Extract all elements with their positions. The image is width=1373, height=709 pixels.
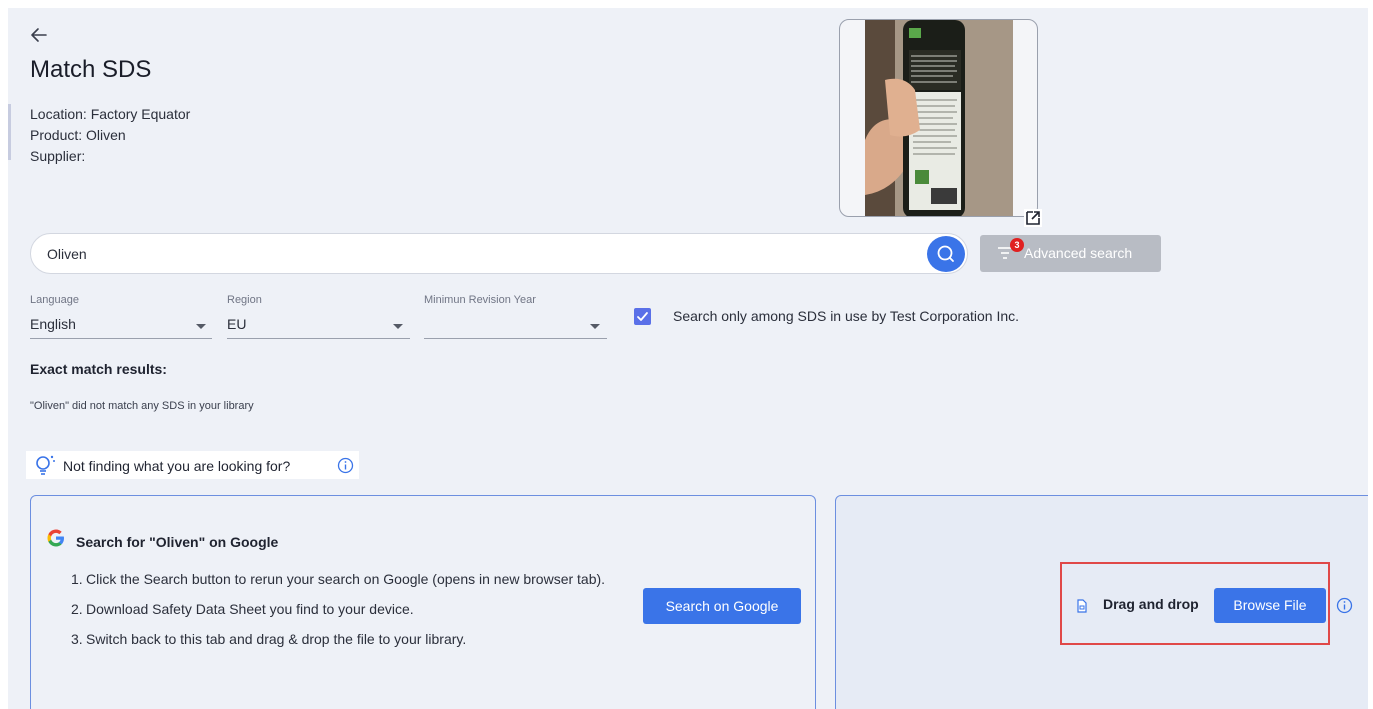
product-meta: Location: Factory Equator Product: Olive… [30, 104, 190, 167]
exact-match-heading: Exact match results: [30, 361, 167, 377]
page: Match SDS Location: Factory Equator Prod… [8, 8, 1368, 709]
lightbulb-icon [36, 455, 55, 475]
supplier-text: Supplier: [30, 148, 86, 164]
back-arrow-icon[interactable] [28, 24, 50, 46]
search-button[interactable] [927, 236, 965, 272]
search-field [30, 233, 968, 274]
page-title: Match SDS [30, 56, 152, 83]
info-icon[interactable] [1336, 597, 1353, 614]
search-icon [937, 245, 954, 262]
no-match-message: "Oliven" did not match any SDS in your l… [30, 400, 254, 412]
chevron-down-icon [590, 324, 600, 329]
list-item: 2. Download Safety Data Sheet you find to… [71, 601, 414, 617]
advanced-search-label: Advanced search [1024, 245, 1133, 261]
filter-count-badge: 3 [1010, 238, 1024, 252]
search-input[interactable] [47, 244, 907, 264]
advanced-search-button[interactable]: 3 Advanced search [980, 235, 1161, 272]
product-photo [865, 20, 1013, 216]
left-rule [8, 104, 11, 160]
product-text: Product: Oliven [30, 127, 126, 143]
browse-file-button[interactable]: Browse File [1214, 588, 1326, 623]
google-search-card: Search for "Oliven" on Google 1. Click th… [30, 495, 816, 709]
only-in-use-checkbox[interactable] [634, 308, 651, 325]
google-card-title: Search for "Oliven" on Google [76, 534, 279, 550]
hint-text: Not finding what you are looking for? [63, 458, 291, 474]
revision-year-label: Minimun Revision Year [424, 294, 536, 306]
search-on-google-button[interactable]: Search on Google [643, 588, 801, 624]
revision-year-underline [424, 338, 607, 339]
location-text: Location: Factory Equator [30, 106, 191, 122]
chevron-down-icon [393, 324, 403, 329]
region-underline [227, 338, 410, 339]
open-external-icon[interactable] [1024, 209, 1042, 227]
region-label: Region [227, 294, 262, 306]
drag-and-drop-label: Drag and drop [1103, 596, 1199, 612]
google-steps-list: 1. Click the Search button to rerun your … [71, 569, 651, 659]
product-photo-card[interactable] [839, 19, 1038, 217]
language-label: Language [30, 294, 79, 306]
info-icon[interactable] [337, 457, 354, 474]
google-logo-icon [47, 529, 64, 547]
list-item: 3. Switch back to this tab and drag & dro… [71, 631, 467, 647]
file-icon [1077, 599, 1087, 613]
language-underline [30, 338, 212, 339]
region-value: EU [227, 316, 247, 332]
list-item: 1. Click the Search button to rerun your … [71, 571, 606, 587]
chevron-down-icon [196, 324, 206, 329]
not-finding-hint: Not finding what you are looking for? [26, 451, 359, 479]
check-icon [637, 312, 648, 321]
only-in-use-label: Search only among SDS in use by Test Cor… [673, 308, 1020, 324]
language-value: English [30, 316, 76, 332]
